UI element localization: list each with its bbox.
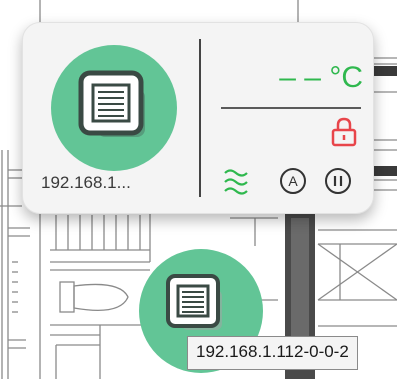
- ceiling-cassette-ac-icon: [78, 70, 145, 137]
- lock-icon: [331, 117, 357, 147]
- auto-mode-button[interactable]: A: [279, 167, 307, 195]
- card-divider: [199, 39, 201, 197]
- device-ip-tooltip: 192.168.1.112-0-0-2: [187, 336, 358, 370]
- device-ip-label: 192.168.1...: [41, 173, 131, 192]
- pause-icon: [325, 168, 351, 194]
- device-summary: 192.168.1...: [23, 23, 193, 213]
- auto-mode-letter: A: [288, 173, 298, 189]
- pause-button[interactable]: [324, 167, 352, 195]
- temperature-readout: – – °C: [243, 61, 363, 95]
- lock-button[interactable]: [331, 117, 357, 147]
- fan-speed-waves-icon: [224, 169, 248, 195]
- fan-speed-button[interactable]: [223, 166, 249, 198]
- temperature-separator: [221, 107, 361, 109]
- auto-mode-icon: A: [280, 168, 306, 194]
- temperature-value: – –: [279, 61, 321, 94]
- device-icon-circle[interactable]: [51, 45, 177, 171]
- ac-device-card[interactable]: 192.168.1... – – °C A: [22, 22, 374, 214]
- temperature-unit: °C: [329, 61, 363, 94]
